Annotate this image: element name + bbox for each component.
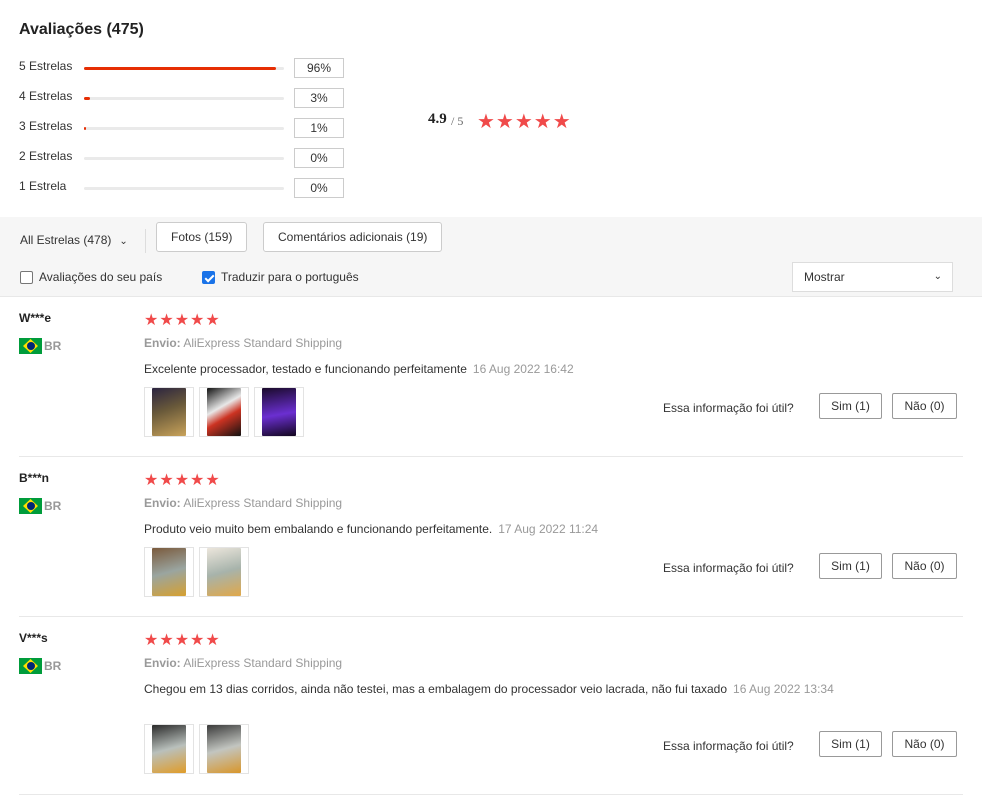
rating-label: 4 Estrelas: [19, 89, 73, 103]
review-item: B***n BR ★★★★★ Envio: AliExpress Standar…: [0, 457, 982, 617]
review-item: W***e BR ★★★★★ Envio: AliExpress Standar…: [0, 297, 982, 457]
review-photos: [144, 547, 254, 597]
country-filter-label: Avaliações do seu país: [39, 270, 163, 284]
helpful-question: Essa informação foi útil?: [663, 739, 794, 753]
rating-percent: 0%: [294, 178, 344, 198]
review-photo[interactable]: [254, 387, 304, 437]
rating-bar: [84, 67, 284, 70]
review-photo[interactable]: [199, 547, 249, 597]
additional-comments-filter-button[interactable]: Comentários adicionais (19): [263, 222, 443, 252]
review-photo[interactable]: [144, 387, 194, 437]
shipping-method: AliExpress Standard Shipping: [183, 496, 343, 510]
review-stars-icon: ★★★★★: [144, 472, 221, 489]
reviewer-name: V***s: [19, 631, 48, 645]
country-filter-checkbox[interactable]: Avaliações do seu país: [20, 270, 162, 284]
rating-bar: [84, 97, 284, 100]
rating-row-4[interactable]: 4 Estrelas 3%: [19, 88, 359, 108]
review-text-block: Produto veio muito bem embalando e funci…: [144, 520, 864, 538]
reviewer-name: W***e: [19, 311, 52, 325]
review-text: Chegou em 13 dias corridos, ainda não te…: [144, 682, 728, 696]
rating-row-2[interactable]: 2 Estrelas 0%: [19, 148, 359, 168]
rating-bar-fill: [84, 97, 90, 100]
average-rating: 4.9: [428, 111, 447, 127]
review-stars-icon: ★★★★★: [144, 312, 221, 329]
rating-label: 5 Estrelas: [19, 59, 73, 73]
reviews-title: Avaliações (475): [19, 21, 144, 38]
review-text: Produto veio muito bem embalando e funci…: [144, 522, 493, 536]
shipping-label: Envio:: [144, 336, 181, 350]
shipping-label: Envio:: [144, 656, 181, 670]
rating-percent: 3%: [294, 88, 344, 108]
shipping-method: AliExpress Standard Shipping: [183, 336, 343, 350]
shipping-info: Envio: AliExpress Standard Shipping: [144, 336, 342, 350]
checkbox-unchecked-icon[interactable]: [20, 270, 33, 284]
star-filter-dropdown[interactable]: All Estrelas (478) ⌄: [20, 233, 128, 247]
review-text-block: Excelente processador, testado e funcion…: [144, 360, 864, 378]
helpful-no-button[interactable]: Não (0): [892, 393, 957, 419]
shipping-method: AliExpress Standard Shipping: [183, 656, 343, 670]
average-stars-icon: ★★★★★: [477, 111, 572, 133]
rating-row-5[interactable]: 5 Estrelas 96%: [19, 58, 359, 78]
brazil-flag-icon: [19, 498, 42, 514]
country-code: BR: [44, 659, 62, 673]
review-photos: [144, 724, 254, 774]
sort-label: Mostrar: [804, 270, 845, 284]
shipping-info: Envio: AliExpress Standard Shipping: [144, 656, 342, 670]
rating-bar: [84, 127, 284, 130]
rating-row-1[interactable]: 1 Estrela 0%: [19, 178, 359, 198]
shipping-info: Envio: AliExpress Standard Shipping: [144, 496, 342, 510]
review-photo[interactable]: [199, 724, 249, 774]
reviewer-country: BR: [19, 338, 61, 354]
rating-bar: [84, 157, 284, 160]
average-rating-max: / 5: [451, 114, 464, 128]
rating-label: 1 Estrela: [19, 179, 67, 193]
review-photo[interactable]: [199, 387, 249, 437]
rating-percent: 96%: [294, 58, 344, 78]
review-item: V***s BR ★★★★★ Envio: AliExpress Standar…: [0, 617, 982, 795]
review-text-block: Chegou em 13 dias corridos, ainda não te…: [144, 680, 859, 698]
helpful-no-button[interactable]: Não (0): [892, 553, 957, 579]
review-stars-icon: ★★★★★: [144, 632, 221, 649]
translate-checkbox[interactable]: Traduzir para o português: [202, 270, 359, 284]
reviewer-country: BR: [19, 658, 61, 674]
rating-percent: 1%: [294, 118, 344, 138]
chevron-down-icon: ⌄: [119, 236, 128, 247]
review-date: 16 Aug 2022 13:34: [733, 682, 834, 696]
rating-row-3[interactable]: 3 Estrelas 1%: [19, 118, 359, 138]
helpful-question: Essa informação foi útil?: [663, 401, 794, 415]
rating-bar: [84, 187, 284, 190]
review-date: 17 Aug 2022 11:24: [498, 522, 599, 536]
reviewer-name: B***n: [19, 471, 50, 485]
sort-select[interactable]: Mostrar ⌄: [792, 262, 953, 292]
checkbox-checked-icon[interactable]: [202, 270, 215, 284]
rating-bar-fill: [84, 67, 276, 70]
rating-percent: 0%: [294, 148, 344, 168]
chevron-down-icon: ⌄: [933, 271, 942, 282]
review-photos: [144, 387, 309, 437]
review-photo[interactable]: [144, 724, 194, 774]
rating-label: 3 Estrelas: [19, 119, 73, 133]
review-text: Excelente processador, testado e funcion…: [144, 362, 467, 376]
country-code: BR: [44, 339, 62, 353]
helpful-no-button[interactable]: Não (0): [892, 731, 957, 757]
reviewer-country: BR: [19, 498, 61, 514]
review-photo[interactable]: [144, 547, 194, 597]
translate-label: Traduzir para o português: [221, 270, 359, 284]
rating-bar-fill: [84, 127, 86, 130]
helpful-question: Essa informação foi útil?: [663, 561, 794, 575]
divider: [145, 229, 146, 253]
helpful-yes-button[interactable]: Sim (1): [819, 731, 882, 757]
brazil-flag-icon: [19, 658, 42, 674]
photos-filter-button[interactable]: Fotos (159): [156, 222, 248, 252]
brazil-flag-icon: [19, 338, 42, 354]
helpful-yes-button[interactable]: Sim (1): [819, 553, 882, 579]
helpful-yes-button[interactable]: Sim (1): [819, 393, 882, 419]
divider: [19, 794, 963, 795]
review-date: 16 Aug 2022 16:42: [472, 362, 574, 376]
shipping-label: Envio:: [144, 496, 181, 510]
star-filter-label: All Estrelas (478): [20, 233, 112, 247]
filter-bar: All Estrelas (478) ⌄ Fotos (159) Comentár…: [0, 217, 982, 297]
country-code: BR: [44, 499, 62, 513]
rating-label: 2 Estrelas: [19, 149, 73, 163]
